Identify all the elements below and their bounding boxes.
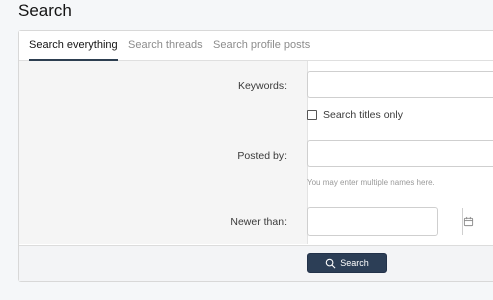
search-form-block: Search everything Search threads Search …: [18, 30, 493, 282]
posted-by-label: Posted by:: [237, 150, 287, 162]
tab-search-everything[interactable]: Search everything: [29, 31, 118, 61]
search-titles-only-option[interactable]: Search titles only: [307, 108, 403, 122]
search-tabs: Search everything Search threads Search …: [19, 31, 493, 61]
newer-than-input[interactable]: [308, 208, 462, 235]
calendar-icon[interactable]: [462, 208, 474, 235]
form-footer: Search: [19, 245, 493, 281]
newer-than-date-field: [307, 207, 474, 236]
tab-search-threads[interactable]: Search threads: [128, 31, 203, 60]
posted-by-input[interactable]: [307, 140, 493, 167]
posted-by-hint: You may enter multiple names here.: [307, 178, 435, 187]
search-button-label: Search: [340, 258, 369, 268]
search-titles-only-label: Search titles only: [323, 109, 403, 121]
search-button[interactable]: Search: [307, 253, 387, 273]
keywords-label: Keywords:: [237, 80, 287, 92]
search-icon: [325, 258, 336, 268]
keywords-input[interactable]: [307, 71, 493, 98]
page-title: Search: [18, 1, 72, 20]
newer-than-label: Newer than:: [230, 216, 287, 228]
search-titles-only-checkbox[interactable]: [307, 110, 317, 120]
tab-search-profile-posts[interactable]: Search profile posts: [213, 31, 310, 60]
